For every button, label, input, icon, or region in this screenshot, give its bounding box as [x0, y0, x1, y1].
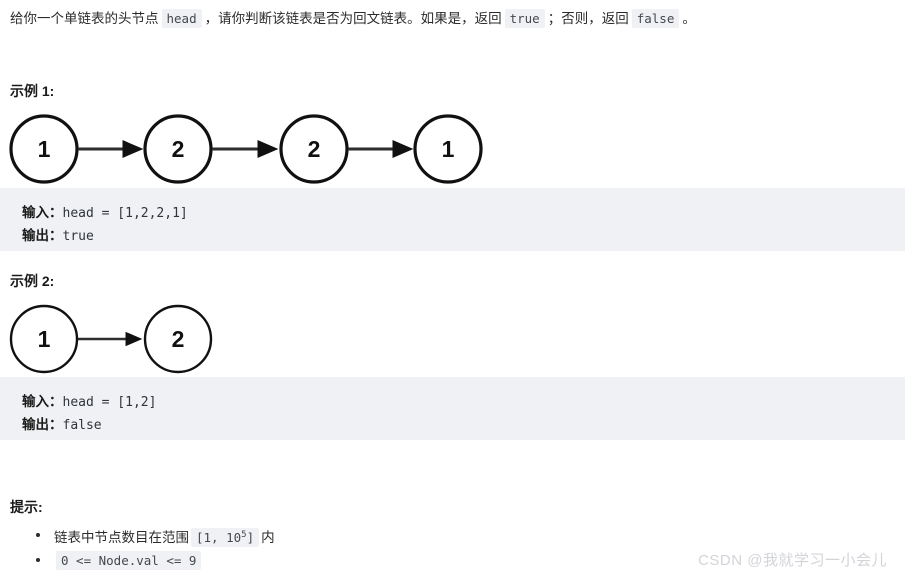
- example-2-output-line: 输出：false: [22, 414, 905, 437]
- hint-item-node-count: 链表中节点数目在范围 [1, 105] 内: [0, 524, 905, 549]
- output-value: true: [62, 229, 94, 244]
- input-value: head = [1,2]: [62, 395, 157, 410]
- statement-text-part4: 。: [682, 11, 696, 26]
- list-node-value: 2: [172, 136, 185, 162]
- hint-text-before: 链表中节点数目在范围: [54, 530, 189, 546]
- hint-code-node-value: 0 <= Node.val <= 9: [56, 551, 202, 571]
- hints-heading: 提示:: [10, 499, 43, 515]
- inline-code-false: false: [631, 9, 680, 28]
- output-value: false: [62, 418, 102, 433]
- statement-text-part3: ；否则，返回: [547, 11, 629, 26]
- list-node-value: 2: [172, 326, 185, 352]
- inline-code-true: true: [504, 9, 545, 28]
- example-1-input-line: 输入：head = [1,2,2,1]: [22, 202, 905, 225]
- problem-statement: 给你一个单链表的头节点 head ，请你判断该链表是否为回文链表。如果是，返回 tru…: [10, 9, 895, 29]
- output-label: 输出：: [22, 417, 63, 432]
- output-label: 输出：: [22, 228, 63, 243]
- example-1-code-block: 输入：head = [1,2,2,1] 输出：true: [0, 188, 905, 251]
- input-label: 输入：: [22, 394, 63, 409]
- hint-code-range-close: ]: [246, 530, 255, 546]
- bullet-icon: [36, 533, 40, 537]
- input-value: head = [1,2,2,1]: [62, 206, 188, 221]
- list-node-value: 1: [38, 326, 51, 352]
- problem-page: 给你一个单链表的头节点 head ，请你判断该链表是否为回文链表。如果是，返回 tru…: [0, 0, 905, 579]
- bullet-icon: [36, 558, 40, 563]
- input-label: 输入：: [22, 205, 63, 220]
- list-node-value: 2: [308, 136, 321, 162]
- hint-code-range: [1, 105]: [191, 528, 260, 548]
- list-node-value: 1: [442, 136, 455, 162]
- statement-text-part2: ，请你判断该链表是否为回文链表。如果是，返回: [204, 11, 502, 26]
- linked-list-diagram-example-2: 1 2: [9, 304, 213, 374]
- hint-text-after: 内: [261, 530, 275, 546]
- example-2-input-line: 输入：head = [1,2]: [22, 391, 905, 414]
- example-2-heading: 示例 2:: [10, 273, 55, 289]
- linked-list-diagram-example-1: 1 2 2 1: [9, 114, 483, 184]
- hint-code-range-base: [1, 10: [196, 530, 242, 546]
- list-node-value: 1: [38, 136, 51, 162]
- statement-text-part1: 给你一个单链表的头节点: [10, 11, 159, 26]
- csdn-watermark: CSDN @我就学习一小会儿: [698, 552, 887, 569]
- example-2-code-block: 输入：head = [1,2] 输出：false: [0, 377, 905, 440]
- example-1-output-line: 输出：true: [22, 225, 905, 248]
- example-1-heading: 示例 1:: [10, 83, 55, 99]
- inline-code-head: head: [161, 9, 202, 28]
